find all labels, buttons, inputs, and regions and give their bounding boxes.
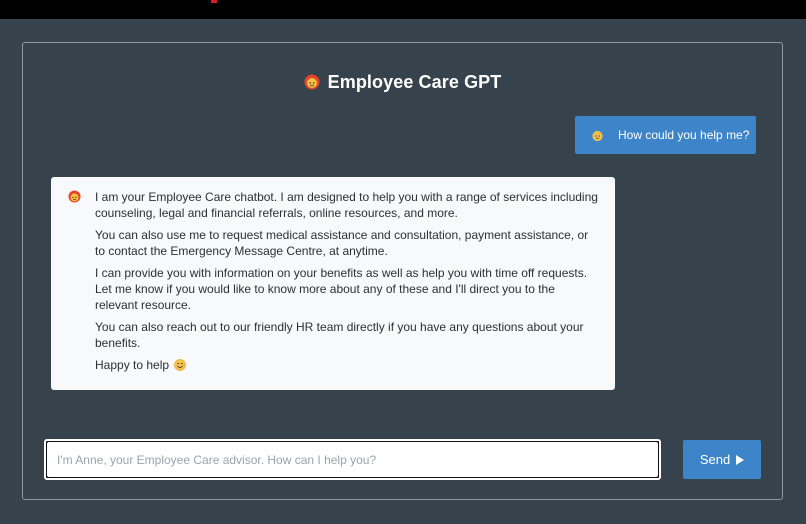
woman-advisor-icon (68, 190, 81, 203)
user-message-bubble: How could you help me? (575, 116, 756, 154)
top-bar-accent-mark (211, 0, 217, 3)
bot-message-paragraph: I can provide you with information on yo… (95, 266, 588, 312)
bot-message-sign-off: Happy to help (95, 357, 599, 373)
page-title-text: Employee Care GPT (327, 72, 502, 92)
bot-message-bubble: I am your Employee Care chatbot. I am de… (51, 177, 615, 390)
bot-message-paragraph: You can also reach out to our friendly H… (95, 320, 584, 350)
woman-advisor-icon (304, 74, 320, 90)
send-button[interactable]: Send (683, 440, 761, 479)
sign-off-text: Happy to help (95, 358, 170, 372)
bot-message-paragraph: I am your Employee Care chatbot. I am de… (95, 190, 598, 220)
message-input-wrapper (44, 439, 661, 480)
top-bar (0, 0, 806, 19)
user-message-text: How could you help me? (618, 128, 750, 142)
bot-message-paragraph: You can also use me to request medical a… (95, 228, 589, 258)
chat-panel: Employee Care GPT How could you help me?… (22, 42, 783, 500)
message-input[interactable] (47, 442, 658, 477)
person-icon (592, 130, 603, 141)
smiling-face-icon (174, 359, 187, 371)
send-button-label: Send (699, 452, 731, 467)
play-icon (736, 454, 745, 465)
page-title: Employee Care GPT (23, 72, 782, 93)
